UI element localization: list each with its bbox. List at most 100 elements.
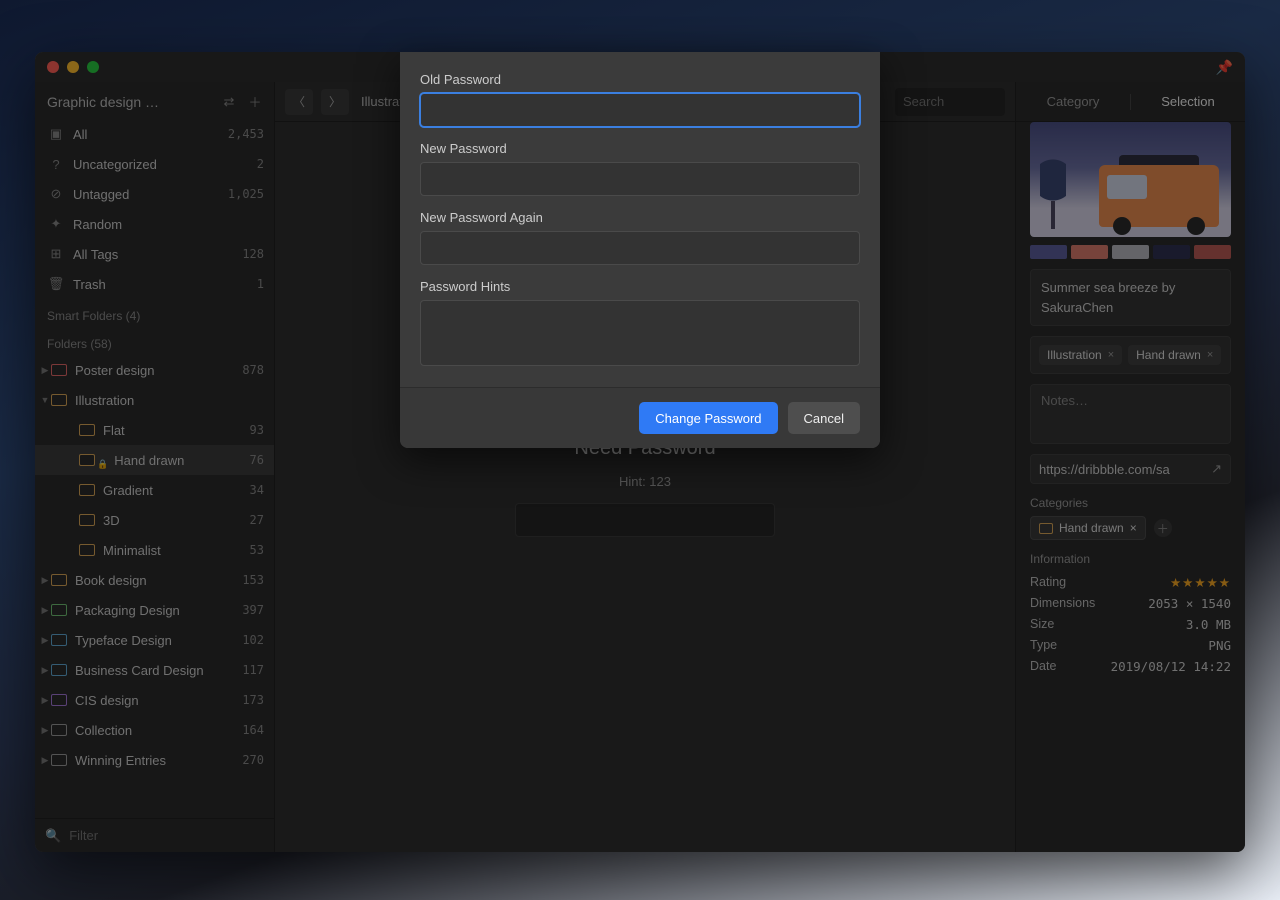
sidebar-item-all[interactable]: ▣All2,453: [35, 119, 274, 149]
folder-count: 102: [242, 633, 264, 647]
password-hint: Hint: 123: [619, 474, 671, 489]
smart-folders-header[interactable]: Smart Folders (4): [35, 299, 274, 327]
close-window-button[interactable]: [47, 61, 59, 73]
folder-count: 397: [242, 603, 264, 617]
folder-item-hand-drawn[interactable]: 🔒Hand drawn76: [35, 445, 274, 475]
sidebar-item-trash[interactable]: 🗑Trash1: [35, 269, 274, 299]
sidebar-item-icon: ✦: [47, 216, 65, 232]
sidebar-item-label: Random: [73, 217, 264, 232]
folder-label: Poster design: [75, 363, 242, 378]
folder-item-typeface-design[interactable]: ▶Typeface Design102: [35, 625, 274, 655]
add-library-icon[interactable]: ＋: [246, 92, 264, 111]
remove-category-icon[interactable]: ×: [1130, 521, 1137, 535]
cancel-button[interactable]: Cancel: [788, 402, 860, 434]
unlock-password-input[interactable]: [515, 503, 775, 537]
add-category-button[interactable]: ＋: [1154, 519, 1172, 537]
info-row-date: Date 2019/08/12 14:22: [1016, 656, 1245, 677]
selection-notes[interactable]: Notes…: [1030, 384, 1231, 444]
nav-forward-button[interactable]: 〉: [321, 89, 349, 115]
folder-item-book-design[interactable]: ▶Book design153: [35, 565, 274, 595]
sidebar-item-all-tags[interactable]: ⊞All Tags128: [35, 239, 274, 269]
disclosure-triangle-icon[interactable]: ▶: [39, 755, 51, 766]
new-password-input[interactable]: [420, 162, 860, 196]
sidebar-filter-input[interactable]: [69, 828, 264, 843]
info-value: 2019/08/12 14:22: [1111, 659, 1231, 674]
tag-chip[interactable]: Hand drawn ×: [1128, 345, 1221, 365]
disclosure-triangle-icon[interactable]: ▶: [39, 575, 51, 586]
disclosure-triangle-icon[interactable]: ▶: [39, 695, 51, 706]
folders-header[interactable]: Folders (58): [35, 327, 274, 355]
category-chip[interactable]: Hand drawn ×: [1030, 516, 1146, 540]
disclosure-triangle-icon[interactable]: ▶: [39, 365, 51, 376]
folder-icon: [79, 484, 95, 496]
folder-item-cis-design[interactable]: ▶CIS design173: [35, 685, 274, 715]
selection-tags[interactable]: Illustration × Hand drawn ×: [1030, 336, 1231, 374]
info-row-rating: Rating★★★★★: [1016, 572, 1245, 593]
folder-item-winning-entries[interactable]: ▶Winning Entries270: [35, 745, 274, 775]
color-swatch[interactable]: [1153, 245, 1190, 259]
folder-item-flat[interactable]: Flat93: [35, 415, 274, 445]
color-swatch[interactable]: [1071, 245, 1108, 259]
disclosure-triangle-icon[interactable]: ▶: [39, 665, 51, 676]
tab-selection[interactable]: Selection: [1131, 94, 1245, 109]
password-hints-input[interactable]: [420, 300, 860, 366]
tag-label: Hand drawn: [1136, 348, 1201, 362]
sidebar-filter[interactable]: 🔍: [35, 818, 274, 852]
tag-label: Illustration: [1047, 348, 1102, 362]
sidebar-item-count: 128: [242, 247, 264, 261]
sidebar-item-label: Uncategorized: [73, 157, 257, 172]
swap-library-icon[interactable]: ⇄: [220, 94, 238, 110]
new-password-label: New Password: [420, 141, 860, 156]
pin-icon[interactable]: 📌: [1216, 59, 1233, 76]
folder-item-minimalist[interactable]: Minimalist53: [35, 535, 274, 565]
folder-item-packaging-design[interactable]: ▶Packaging Design397: [35, 595, 274, 625]
sidebar-item-random[interactable]: ✦ Random: [35, 209, 274, 239]
folder-item-collection[interactable]: ▶Collection164: [35, 715, 274, 745]
folder-item-business-card-design[interactable]: ▶Business Card Design117: [35, 655, 274, 685]
disclosure-triangle-icon[interactable]: ▼: [39, 395, 51, 405]
search-box[interactable]: [895, 88, 1005, 116]
folder-item-illustration[interactable]: ▼ Illustration: [35, 385, 274, 415]
folder-item-poster-design[interactable]: ▶Poster design878: [35, 355, 274, 385]
folder-label: Gradient: [103, 483, 250, 498]
change-password-button[interactable]: Change Password: [639, 402, 777, 434]
open-external-icon[interactable]: ↗: [1211, 461, 1222, 477]
remove-tag-icon[interactable]: ×: [1108, 349, 1114, 361]
color-swatch[interactable]: [1030, 245, 1067, 259]
tab-category[interactable]: Category: [1016, 94, 1130, 109]
sidebar-item-uncategorized[interactable]: ?Uncategorized2: [35, 149, 274, 179]
folder-icon: [51, 664, 67, 676]
sidebar-item-icon: ?: [47, 157, 65, 172]
folder-item-gradient[interactable]: Gradient34: [35, 475, 274, 505]
minimize-window-button[interactable]: [67, 61, 79, 73]
folder-count: 93: [250, 423, 264, 437]
info-value: 3.0 MB: [1186, 617, 1231, 632]
color-swatch[interactable]: [1194, 245, 1231, 259]
password-hints-label: Password Hints: [420, 279, 860, 294]
disclosure-triangle-icon[interactable]: ▶: [39, 605, 51, 616]
nav-back-button[interactable]: 〈: [285, 89, 313, 115]
folder-label: Minimalist: [103, 543, 250, 558]
selection-thumbnail[interactable]: [1030, 122, 1231, 237]
color-swatch[interactable]: [1112, 245, 1149, 259]
disclosure-triangle-icon[interactable]: ▶: [39, 635, 51, 646]
info-value: PNG: [1208, 638, 1231, 653]
tag-chip[interactable]: Illustration ×: [1039, 345, 1122, 365]
zoom-window-button[interactable]: [87, 61, 99, 73]
info-key: Date: [1030, 659, 1056, 674]
search-icon: 🔍: [45, 828, 61, 844]
disclosure-triangle-icon[interactable]: ▶: [39, 725, 51, 736]
remove-tag-icon[interactable]: ×: [1207, 349, 1213, 361]
sidebar-item-untagged[interactable]: ⊘Untagged1,025: [35, 179, 274, 209]
folder-label: Illustration: [75, 393, 264, 408]
old-password-input[interactable]: [420, 93, 860, 127]
folder-icon: [51, 394, 67, 406]
info-row-type: TypePNG: [1016, 635, 1245, 656]
search-input[interactable]: [903, 94, 997, 109]
new-password-again-input[interactable]: [420, 231, 860, 265]
selection-title[interactable]: Summer sea breeze by SakuraChen: [1030, 269, 1231, 326]
folder-icon: [51, 364, 67, 376]
folder-item-3d[interactable]: 3D27: [35, 505, 274, 535]
selection-url[interactable]: https://dribbble.com/sa ↗: [1030, 454, 1231, 484]
library-name[interactable]: Graphic design …: [47, 94, 212, 110]
